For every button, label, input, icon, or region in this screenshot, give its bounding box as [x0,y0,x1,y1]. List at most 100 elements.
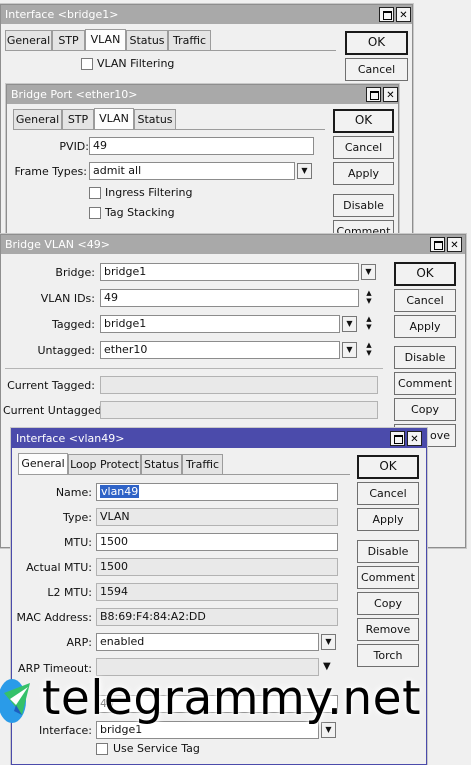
tab-general[interactable]: General [18,453,68,474]
tab-stp[interactable]: STP [62,109,94,129]
chevron-down-icon[interactable]: ▼ [342,316,357,332]
maximize-icon[interactable] [366,87,381,102]
add-remove-icon[interactable]: ▲ ▼ [363,289,375,307]
bridge-label: Bridge: [55,266,95,279]
current-untagged-label: Current Untagged: [3,404,106,417]
tab-general[interactable]: General [5,30,52,50]
tab-status[interactable]: Status [141,454,182,474]
vlan-ids-label: VLAN IDs: [40,292,95,305]
telegram-logo-icon [0,679,30,723]
tab-traffic[interactable]: Traffic [168,30,211,50]
apply-button[interactable]: Apply [394,315,456,338]
l2-mtu-field: 1594 [96,583,338,601]
close-icon[interactable] [396,7,411,22]
arp-label: ARP: [66,636,92,649]
close-icon[interactable] [447,237,462,252]
tab-stp[interactable]: STP [52,30,85,50]
tab-general[interactable]: General [13,109,62,129]
maximize-icon[interactable] [379,7,394,22]
ingress-filtering-checkbox[interactable] [89,187,101,199]
tab-divider [18,474,350,475]
arp-select[interactable]: enabled [96,633,319,651]
name-value: vlan49 [100,485,140,498]
interface-vlan49-title: Interface <vlan49> [16,432,125,445]
bridge-port-titlebar[interactable]: Bridge Port <ether10> [7,85,398,104]
chevron-down-icon[interactable]: ▼ [321,634,336,650]
copy-button[interactable]: Copy [394,398,456,421]
mtu-field[interactable]: 1500 [96,533,338,551]
untagged-select[interactable]: ether10 [100,341,340,359]
frame-types-select[interactable]: admit all [89,162,295,180]
torch-button[interactable]: Torch [357,644,419,667]
current-tagged-label: Current Tagged: [7,379,95,392]
watermark: telegrammy.net [0,667,471,737]
close-icon[interactable] [383,87,398,102]
tab-status[interactable]: Status [126,30,168,50]
copy-button[interactable]: Copy [357,592,419,615]
vlan-filtering-checkbox[interactable] [81,58,93,70]
untagged-label: Untagged: [37,344,96,357]
bridge-port-window: Bridge Port <ether10> General STP VLAN S… [6,84,399,244]
frame-types-label: Frame Types: [14,165,87,178]
name-field[interactable]: vlan49 [96,483,338,501]
use-service-tag-label: Use Service Tag [113,742,200,755]
l2-mtu-label: L2 MTU: [47,586,92,599]
cancel-button[interactable]: Cancel [345,58,408,81]
name-label: Name: [55,486,92,499]
pvid-label: PVID: [59,140,89,153]
use-service-tag-checkbox[interactable] [96,743,108,755]
tagged-select[interactable]: bridge1 [100,315,340,333]
tab-vlan[interactable]: VLAN [85,29,126,50]
watermark-text: telegrammy.net [42,671,422,726]
disable-button[interactable]: Disable [333,194,394,217]
tag-stacking-label: Tag Stacking [105,206,175,219]
chevron-down-icon[interactable]: ▼ [342,342,357,358]
bridge-select[interactable]: bridge1 [100,263,359,281]
maximize-icon[interactable] [390,431,405,446]
interface-bridge1-titlebar[interactable]: Interface <bridge1> [1,5,412,24]
tag-stacking-checkbox[interactable] [89,207,101,219]
disable-button[interactable]: Disable [394,346,456,369]
close-icon[interactable] [407,431,422,446]
remove-button-label: ove [429,429,450,442]
apply-button[interactable]: Apply [357,508,419,531]
mtu-label: MTU: [64,536,92,549]
cancel-button[interactable]: Cancel [333,136,394,159]
chevron-down-icon[interactable]: ▼ [361,264,376,280]
actual-mtu-label: Actual MTU: [26,561,92,574]
ok-button[interactable]: OK [345,31,408,55]
chevron-down-icon[interactable]: ▼ [297,163,312,179]
cancel-button[interactable]: Cancel [394,289,456,312]
tab-traffic[interactable]: Traffic [182,454,223,474]
interface-vlan49-titlebar[interactable]: Interface <vlan49> [12,429,426,448]
pvid-field[interactable]: 49 [89,137,314,155]
apply-button[interactable]: Apply [333,162,394,185]
remove-button[interactable]: Remove [357,618,419,641]
type-field: VLAN [96,508,338,526]
comment-button[interactable]: Comment [394,372,456,395]
maximize-icon[interactable] [430,237,445,252]
mac-address-label: MAC Address: [16,611,92,624]
separator [5,368,383,369]
current-tagged-field [100,376,378,394]
ok-button[interactable]: OK [394,262,456,286]
tab-vlan[interactable]: VLAN [94,108,134,129]
bridge-vlan-titlebar[interactable]: Bridge VLAN <49> [1,235,465,254]
ok-button[interactable]: OK [357,455,419,479]
cancel-button[interactable]: Cancel [357,482,419,505]
bridge-vlan-title: Bridge VLAN <49> [5,238,110,251]
ingress-filtering-label: Ingress Filtering [105,186,193,199]
tab-loop-protect[interactable]: Loop Protect [68,454,141,474]
tab-status[interactable]: Status [134,109,176,129]
vlan-ids-field[interactable]: 49 [100,289,359,307]
ok-button[interactable]: OK [333,109,394,133]
disable-button[interactable]: Disable [357,540,419,563]
mac-address-field: B8:69:F4:84:A2:DD [96,608,338,626]
comment-button[interactable]: Comment [357,566,419,589]
tagged-label: Tagged: [51,318,95,331]
tab-divider [13,129,325,130]
interface-bridge1-title: Interface <bridge1> [5,8,119,21]
add-remove-icon[interactable]: ▲ ▼ [363,341,375,359]
actual-mtu-field: 1500 [96,558,338,576]
add-remove-icon[interactable]: ▲ ▼ [363,315,375,333]
